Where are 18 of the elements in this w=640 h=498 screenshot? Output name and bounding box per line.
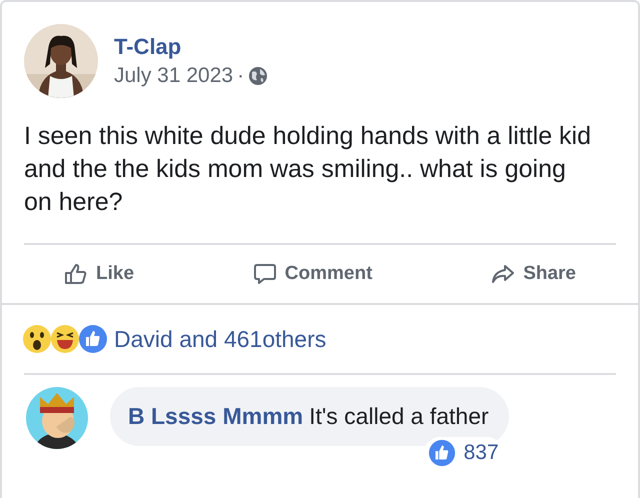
like-button[interactable]: Like [64, 262, 134, 286]
author-name[interactable]: T-Clap [114, 34, 268, 60]
globe-icon [248, 66, 268, 86]
share-button[interactable]: Share [491, 262, 576, 286]
post-date[interactable]: July 31 2023 [114, 64, 234, 88]
comment-text: It's called a father [309, 403, 489, 429]
reactions-summary[interactable]: David and 461others [114, 326, 326, 352]
post-text: I seen this white dude holding hands with a little kid and the the kids mom was smiling.. what is going on here? [24, 121, 592, 218]
thumbs-up-icon [64, 262, 88, 286]
laughing-emoji-icon [50, 324, 80, 354]
arrow-icon [491, 262, 516, 286]
comment-button[interactable]: Comment [252, 262, 372, 286]
speech-bubble-icon [252, 262, 277, 286]
separator: · [237, 64, 244, 88]
commenter-name[interactable]: B Lssss Mmmm [128, 403, 304, 429]
wow-emoji-icon [22, 324, 52, 354]
thumbs-up-icon [78, 324, 108, 354]
like-count: 837 [464, 441, 499, 465]
